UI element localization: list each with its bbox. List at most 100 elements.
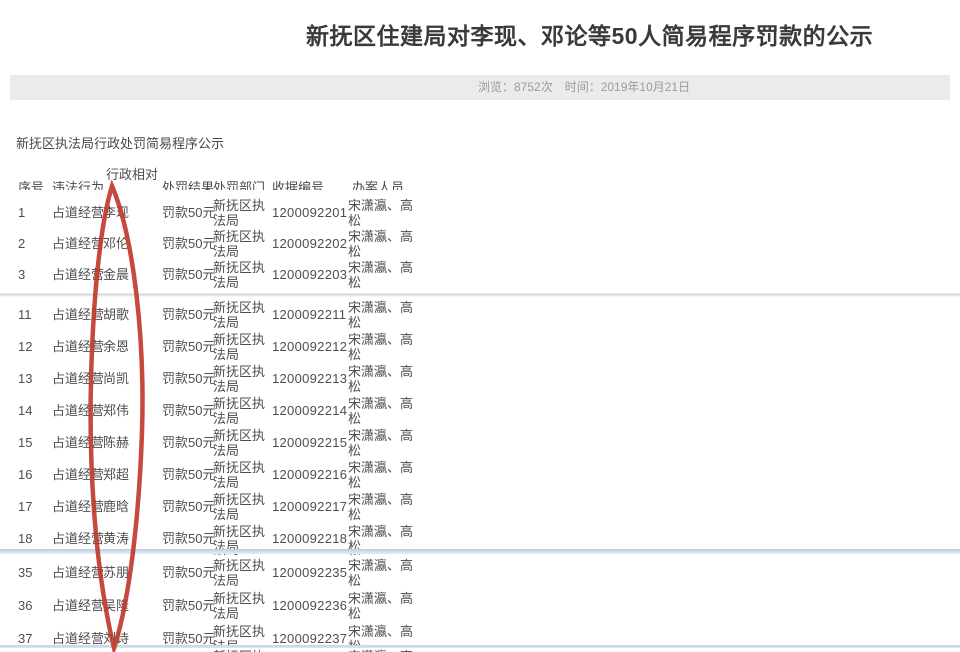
cell-behavior: 占道经营	[52, 339, 105, 354]
cell-staff: 宋潇瀛、高松	[348, 396, 414, 426]
cell-department: 新抚区执法局	[213, 198, 266, 228]
cell-seq: 15	[18, 435, 33, 450]
cell-result: 罚款50元	[162, 435, 216, 450]
cell-receipt: 1200092203	[272, 267, 348, 282]
cell-staff: 宋潇瀛、高松	[348, 198, 414, 228]
table-segment-3: 新抚区执法局 宋潇瀛、高松 35 占道经营 苏朋 罚款50元 新抚区执法局 12…	[0, 553, 960, 645]
cell-staff: 宋潇瀛、高松	[348, 591, 414, 621]
cell-result: 罚款50元	[162, 499, 216, 514]
stitch-seam	[0, 645, 960, 648]
table-row: 12 占道经营 余恩 罚款50元 新抚区执法局 1200092212 宋潇瀛、高…	[0, 332, 960, 362]
cell-seq: 18	[18, 531, 33, 546]
cell-receipt: 1200092216	[272, 467, 348, 482]
cell-behavior: 占道经营	[52, 205, 105, 220]
table-row: 16 占道经营 郑超 罚款50元 新抚区执法局 1200092216 宋潇瀛、高…	[0, 460, 960, 490]
cell-seq: 13	[18, 371, 33, 386]
cell-result: 罚款50元	[162, 631, 216, 645]
cell-staff: 宋潇瀛、高松	[348, 300, 414, 330]
cell-seq: 2	[18, 236, 26, 251]
cell-behavior: 占道经营	[52, 499, 105, 514]
cell-result: 罚款50元	[162, 598, 216, 613]
cell-seq: 37	[18, 631, 33, 645]
cell-staff: 宋潇瀛、高松	[348, 524, 414, 549]
cell-staff: 宋潇瀛、高松	[348, 332, 414, 362]
cell-receipt: 1200092235	[272, 565, 348, 580]
cell-name: 尚凯	[103, 371, 130, 386]
cell-staff: 宋潇瀛、高松	[348, 624, 414, 645]
cell-behavior: 占道经营	[52, 267, 105, 282]
cell-seq: 14	[18, 403, 33, 418]
table-row: 3 占道经营 金晨 罚款50元 新抚区执法局 1200092203 宋潇瀛、高松	[0, 260, 960, 290]
table-row: 11 占道经营 胡歌 罚款50元 新抚区执法局 1200092211 宋潇瀛、高…	[0, 300, 960, 330]
cell-receipt: 1200092202	[272, 236, 348, 251]
cell-name: 黄涛	[103, 531, 130, 546]
cell-department: 新抚区执法局	[213, 260, 266, 290]
table-row: 2 占道经营 邓伦 罚款50元 新抚区执法局 1200092202 宋潇瀛、高松	[0, 229, 960, 259]
cell-result: 罚款50元	[162, 403, 216, 418]
page-title: 新抚区住建局对李现、邓论等50人简易程序罚款的公示	[306, 23, 874, 49]
table-row: 37 占道经营 刘诗 罚款50元 新抚区执法局 1200092237 宋潇瀛、高…	[0, 624, 960, 645]
cell-name: 鹿晗	[103, 499, 130, 514]
cell-seq: 17	[18, 499, 33, 514]
cell-staff: 宋潇瀛、高松	[348, 460, 414, 490]
cell-staff: 宋潇瀛、高松	[348, 428, 414, 458]
cell-department: 新抚区执法局	[213, 364, 266, 394]
cell-behavior: 占道经营	[52, 371, 105, 386]
table-row: 13 占道经营 尚凯 罚款50元 新抚区执法局 1200092213 宋潇瀛、高…	[0, 364, 960, 394]
cell-department: 新抚区执法局	[213, 396, 266, 426]
cell-department: 新抚区执法局	[213, 229, 266, 259]
cell-behavior: 占道经营	[52, 531, 105, 546]
cell-name: 郑超	[103, 467, 130, 482]
table-segment-1: 1 占道经营 李现 罚款50元 新抚区执法局 1200092201 宋潇瀛、高松…	[0, 190, 960, 294]
cell-behavior: 占道经营	[52, 307, 105, 322]
table-row: 18 占道经营 黄涛 罚款50元 新抚区执法局 1200092218 宋潇瀛、高…	[0, 524, 960, 549]
cell-department: 新抚区执法局	[213, 558, 266, 588]
cell-department: 新抚区执法局	[213, 591, 266, 621]
cell-behavior: 占道经营	[52, 631, 105, 645]
cell-name: 胡歌	[103, 307, 130, 322]
cell-department: 新抚区执法局	[213, 460, 266, 490]
table-row: 15 占道经营 陈赫 罚款50元 新抚区执法局 1200092215 宋潇瀛、高…	[0, 428, 960, 458]
cell-staff: 宋潇瀛、高松	[348, 260, 414, 290]
cell-seq: 12	[18, 339, 33, 354]
cell-receipt: 1200092218	[272, 531, 348, 546]
table-row: 14 占道经营 郑伟 罚款50元 新抚区执法局 1200092214 宋潇瀛、高…	[0, 396, 960, 426]
document-subtitle: 新抚区执法局行政处罚简易程序公示	[16, 136, 225, 151]
cell-result: 罚款50元	[162, 531, 216, 546]
cell-name: 刘诗	[103, 631, 130, 645]
cell-name: 余恩	[103, 339, 130, 354]
cell-behavior: 占道经营	[52, 435, 105, 450]
table-segment-4: 占道经营 罚款50元 新抚区执法局 宋潇瀛、高松	[0, 648, 960, 652]
cell-department: 新抚区执法局	[213, 524, 266, 549]
cell-seq: 16	[18, 467, 33, 482]
cell-receipt: 1200092237	[272, 631, 348, 645]
cell-staff: 宋潇瀛、高松	[348, 492, 414, 522]
cell-receipt: 1200092236	[272, 598, 348, 613]
cell-staff: 宋潇瀛、高松	[348, 364, 414, 394]
cell-department: 新抚区执法局	[213, 300, 266, 330]
stitch-seam	[0, 549, 960, 554]
cell-behavior: 占道经营	[52, 236, 105, 251]
cell-staff: 宋潇瀛、高松	[348, 229, 414, 259]
cell-seq: 36	[18, 598, 33, 613]
cell-receipt: 1200092212	[272, 339, 348, 354]
table-row: 17 占道经营 鹿晗 罚款50元 新抚区执法局 1200092217 宋潇瀛、高…	[0, 492, 960, 522]
cell-name: 金晨	[103, 267, 130, 282]
cell-name: 郑伟	[103, 403, 130, 418]
cell-receipt: 1200092213	[272, 371, 348, 386]
table-row: 1 占道经营 李现 罚款50元 新抚区执法局 1200092201 宋潇瀛、高松	[0, 198, 960, 228]
cell-name: 邓伦	[103, 236, 130, 251]
cell-behavior: 占道经营	[52, 565, 105, 580]
cell-receipt: 1200092211	[272, 307, 347, 322]
cell-behavior: 占道经营	[52, 403, 105, 418]
cell-result: 罚款50元	[162, 205, 216, 220]
table-row: 35 占道经营 苏朋 罚款50元 新抚区执法局 1200092235 宋潇瀛、高…	[0, 558, 960, 588]
cell-name: 陈赫	[103, 435, 130, 450]
cell-result: 罚款50元	[162, 236, 216, 251]
table-segment-2: 11 占道经营 胡歌 罚款50元 新抚区执法局 1200092211 宋潇瀛、高…	[0, 297, 960, 549]
cell-result: 罚款50元	[162, 267, 216, 282]
cell-name: 李现	[103, 205, 130, 220]
notice-page: 新抚区住建局对李现、邓论等50人简易程序罚款的公示 浏览：8752次 时间：20…	[0, 0, 960, 652]
cell-department: 新抚区执法局	[213, 428, 266, 458]
cell-seq: 1	[18, 205, 26, 220]
